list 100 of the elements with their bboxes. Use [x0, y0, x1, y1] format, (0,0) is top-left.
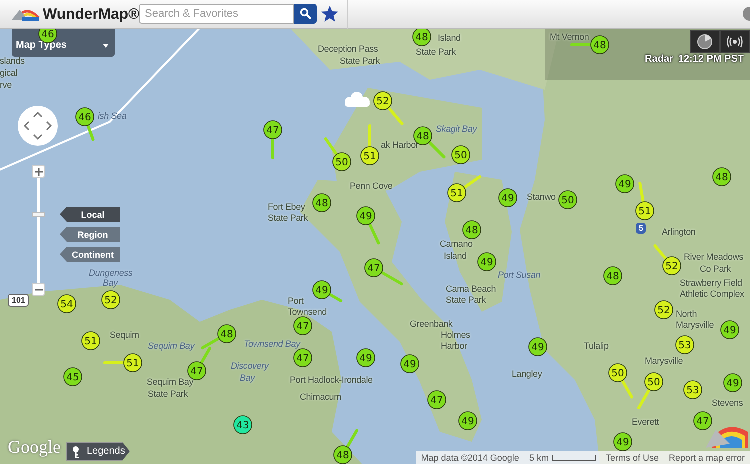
temperature-marker[interactable]: 50 [558, 190, 578, 210]
place-label: Fort Ebey [268, 202, 306, 212]
scale-label: 5 km [529, 452, 549, 462]
temperature-marker[interactable]: 49 [616, 174, 634, 194]
place-label: Greenbank [410, 319, 453, 329]
temperature-marker[interactable]: 49 [458, 412, 478, 430]
temperature-marker[interactable]: 48 [712, 168, 732, 186]
report-error-link[interactable]: Report a map error [668, 452, 745, 462]
signal-icon [727, 36, 743, 48]
wind-barb [328, 293, 343, 302]
temperature-marker[interactable]: 51 [636, 202, 654, 220]
place-label: Discovery [231, 361, 269, 371]
temperature-marker[interactable]: 49 [356, 348, 376, 368]
temperature-marker[interactable]: 47 [694, 412, 712, 430]
signal-button[interactable] [720, 30, 750, 53]
radar-button[interactable] [690, 30, 720, 53]
search-field[interactable]: Search & Favorites [139, 4, 294, 24]
temperature-marker[interactable]: 51 [448, 184, 466, 202]
zoom-out-button[interactable] [32, 283, 45, 296]
place-label: Tulalip [584, 341, 609, 351]
search-button[interactable] [294, 4, 317, 24]
temperature-marker[interactable]: 48 [462, 220, 482, 240]
place-label: Camano [440, 239, 473, 249]
temperature-marker[interactable]: 54 [58, 294, 76, 314]
temperature-marker[interactable]: 49 [498, 188, 518, 208]
temperature-marker[interactable]: 48 [312, 194, 332, 212]
temperature-marker[interactable]: 48 [218, 324, 236, 344]
place-label: Island [438, 33, 461, 43]
wind-barb [324, 138, 338, 156]
temperature-marker[interactable]: 47 [264, 120, 282, 140]
temperature-marker[interactable]: 49 [528, 338, 548, 356]
temperature-marker[interactable]: 43 [234, 416, 252, 434]
place-label: State Park [148, 389, 188, 399]
help-icon[interactable] [742, 6, 750, 22]
temperature-marker[interactable]: 47 [428, 390, 446, 410]
place-label: Holmes [441, 330, 470, 340]
legends-button[interactable]: Legends [66, 442, 130, 461]
place-label: Dungeness [89, 268, 133, 278]
temperature-marker[interactable]: 45 [64, 368, 82, 386]
temperature-marker[interactable]: 50 [332, 152, 352, 172]
temperature-marker[interactable]: 49 [724, 374, 742, 392]
temperature-marker[interactable]: 47 [294, 348, 312, 368]
place-label: Marysville [645, 356, 684, 366]
temperature-marker[interactable]: 50 [452, 146, 470, 164]
temperature-marker[interactable]: 48 [590, 36, 610, 54]
place-label: State Park [446, 295, 486, 305]
zoom-preset-tab[interactable]: Region [60, 227, 120, 242]
temperature-marker[interactable]: 51 [82, 332, 100, 350]
temperature-marker[interactable]: 47 [188, 362, 206, 380]
temperature-marker[interactable]: 53 [676, 336, 694, 354]
temperature-marker[interactable]: 49 [614, 432, 632, 452]
temperature-marker[interactable]: 53 [684, 380, 702, 400]
place-label: Mt Vernon [550, 32, 590, 42]
place-label: Marysville [676, 320, 714, 330]
wind-barb [638, 388, 651, 410]
temperature-marker[interactable]: 46 [76, 108, 94, 126]
zoom-preset-tab[interactable]: Continent [60, 247, 120, 262]
place-label: Everett [632, 417, 660, 427]
temperature-marker[interactable]: 47 [364, 258, 384, 278]
cloud-icon [345, 92, 370, 107]
key-icon [72, 446, 82, 458]
temperature-marker[interactable]: 49 [356, 206, 376, 226]
temperature-marker[interactable]: 50 [644, 372, 664, 392]
place-label: Athletic Complex [680, 289, 744, 299]
zoom-slider-handle[interactable] [32, 212, 45, 217]
temperature-marker[interactable]: 49 [312, 280, 332, 300]
temperature-marker[interactable]: 52 [654, 300, 674, 320]
search-icon [300, 8, 312, 20]
place-label: Co Park [700, 264, 732, 274]
wind-barb [380, 271, 404, 286]
temperature-marker[interactable]: 48 [604, 266, 622, 286]
temperature-marker[interactable]: 49 [478, 252, 496, 272]
radar-icon [697, 34, 713, 50]
wind-barb [272, 138, 274, 160]
star-icon[interactable] [321, 5, 339, 23]
temperature-marker[interactable]: 52 [662, 256, 682, 276]
place-label: North [676, 309, 698, 319]
temperature-marker[interactable]: 51 [360, 146, 380, 166]
plus-icon [34, 168, 42, 176]
temperature-marker[interactable]: 52 [374, 92, 392, 110]
zoom-in-button[interactable] [32, 165, 45, 178]
pan-control[interactable] [17, 105, 59, 147]
wind-barb [621, 379, 634, 399]
place-label: Cama Beach [446, 284, 496, 294]
temperature-marker[interactable]: 51 [124, 354, 142, 372]
temperature-marker[interactable]: 48 [334, 446, 352, 464]
temperature-marker[interactable]: 50 [608, 364, 628, 382]
wind-barb [346, 429, 358, 449]
place-label: River Meadows [684, 252, 744, 262]
zoom-preset-tab[interactable]: Local [60, 207, 120, 222]
place-label: State Park [268, 213, 308, 223]
temperature-marker[interactable]: 47 [294, 316, 312, 336]
wind-barb [86, 124, 95, 142]
terms-link[interactable]: Terms of Use [606, 452, 659, 462]
logo-icon [706, 427, 748, 448]
temperature-marker[interactable]: 49 [720, 320, 740, 340]
place-label: Penn Cove [350, 181, 393, 191]
temperature-marker[interactable]: 52 [102, 290, 120, 310]
minus-icon [34, 288, 42, 290]
temperature-marker[interactable]: 49 [400, 354, 420, 374]
